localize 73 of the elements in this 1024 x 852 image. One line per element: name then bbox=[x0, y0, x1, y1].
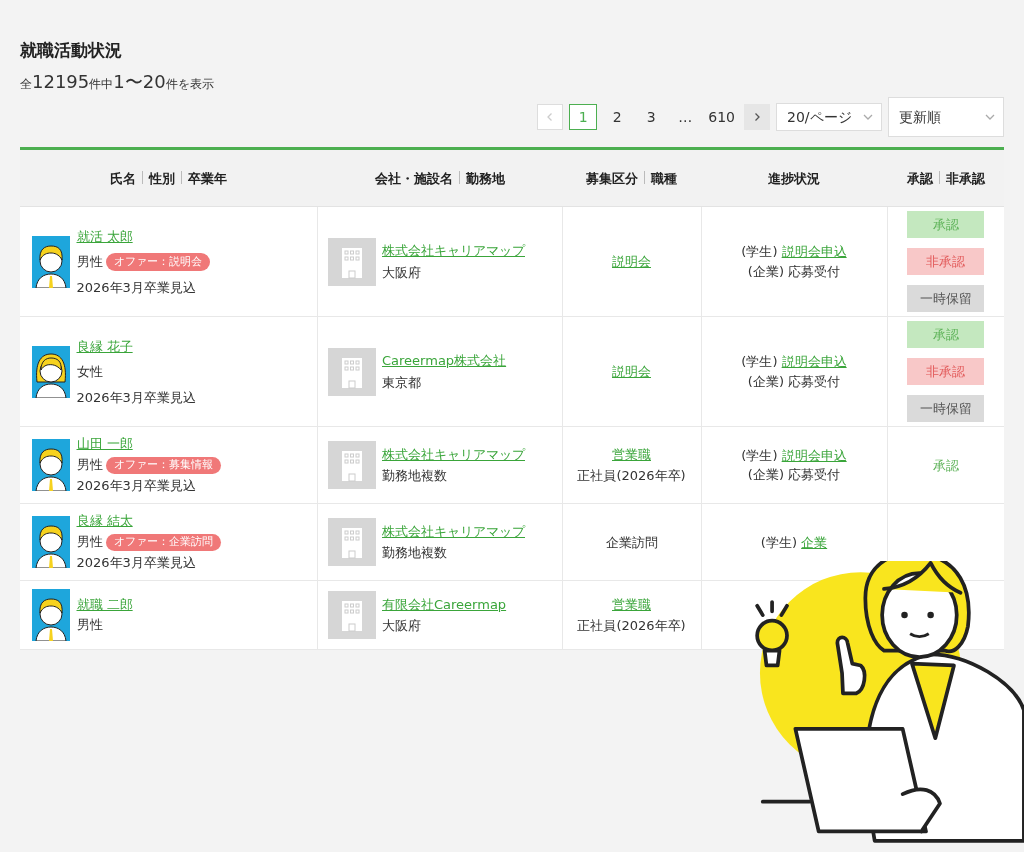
reject-button[interactable]: 非承認 bbox=[907, 248, 985, 276]
student-name-link[interactable]: 就職 二郎 bbox=[76, 596, 133, 614]
student-name-link[interactable]: 山田 一郎 bbox=[76, 436, 133, 453]
graduation-text: 2026年3月卒業見込 bbox=[76, 388, 196, 407]
work-location-text: 勤務地複数 bbox=[382, 544, 448, 563]
offer-tag: オファー：募集情報 bbox=[105, 457, 221, 474]
page-number-button[interactable]: 3 bbox=[637, 104, 666, 131]
page-number-button[interactable]: 610 bbox=[705, 104, 738, 131]
category-link[interactable]: 説明会 bbox=[612, 362, 651, 382]
employment-type-text: 正社員(2026年卒) bbox=[577, 617, 686, 636]
company-name-link[interactable]: 株式会社キャリアマップ bbox=[382, 521, 525, 542]
offer-tag: オファー：説明会 bbox=[105, 252, 210, 272]
building-icon bbox=[327, 591, 376, 640]
gender-text: 男性 bbox=[76, 456, 103, 474]
page-title: 就職活動状況 bbox=[20, 40, 123, 61]
building-icon bbox=[327, 441, 376, 490]
building-icon bbox=[327, 347, 376, 396]
approve-button[interactable]: 承認 bbox=[907, 211, 985, 239]
student-progress-line: (学生) 企業 bbox=[759, 533, 829, 552]
graduation-text: 2026年3月卒業見込 bbox=[76, 554, 197, 572]
student-name-link[interactable]: 就活 太郎 bbox=[76, 226, 133, 247]
work-location-text: 勤務地複数 bbox=[382, 467, 448, 486]
company-name-link[interactable]: 株式会社キャリアマップ bbox=[382, 444, 525, 465]
per-page-select[interactable]: 20/ページ bbox=[776, 103, 882, 132]
page-number-button[interactable]: 1 bbox=[569, 104, 598, 131]
hold-button[interactable]: 一時保留 bbox=[907, 395, 985, 423]
column-header: 会社・施設名 勤務地 bbox=[317, 148, 562, 207]
building-icon bbox=[327, 237, 376, 286]
gender-text: 男性 bbox=[76, 617, 103, 635]
work-location-text: 大阪府 bbox=[382, 617, 422, 636]
gender-text: 男性 bbox=[76, 533, 103, 551]
progress-link[interactable]: 説明会申込 bbox=[781, 244, 847, 260]
student-name-link[interactable]: 良縁 結太 bbox=[76, 513, 133, 530]
company-progress-line: (企業) 応募受付 bbox=[746, 466, 842, 485]
result-count: 全 12195件中 1〜20件を表示 bbox=[20, 70, 215, 95]
pagination-ellipsis: … bbox=[677, 107, 694, 127]
building-icon bbox=[327, 518, 376, 567]
column-header: 承認 非承認 bbox=[887, 148, 1004, 207]
student-progress-line: (学生) 説明会申込 bbox=[740, 353, 848, 372]
gender-text: 男性 bbox=[76, 253, 103, 272]
progress-link[interactable]: 説明会申込 bbox=[781, 354, 847, 370]
sort-select[interactable]: 更新順 bbox=[888, 97, 1004, 138]
student-progress-line: (学生) 説明会申込 bbox=[740, 243, 848, 262]
employment-type-text: 正社員(2026年卒) bbox=[577, 467, 686, 486]
column-header: 氏名 性別 卒業年 bbox=[20, 148, 317, 207]
approve-button[interactable]: 承認 bbox=[907, 321, 985, 349]
reject-button[interactable]: 非承認 bbox=[907, 358, 985, 386]
approval-status-text: 承認 bbox=[931, 456, 960, 475]
graduation-text: 2026年3月卒業見込 bbox=[76, 278, 197, 297]
column-header: 進捗状況 bbox=[701, 148, 887, 207]
category-link[interactable]: 営業職 bbox=[612, 594, 651, 615]
work-location-text: 大阪府 bbox=[382, 263, 422, 282]
next-page-button[interactable] bbox=[744, 104, 770, 131]
company-name-link[interactable]: 有限会社Careermap bbox=[382, 594, 507, 615]
student-name-link[interactable]: 良縁 花子 bbox=[76, 336, 133, 357]
chevron-right-icon bbox=[752, 112, 762, 123]
category-link[interactable]: 説明会 bbox=[612, 252, 651, 272]
page-number-button[interactable]: 2 bbox=[603, 104, 632, 131]
work-location-text: 東京都 bbox=[382, 373, 422, 392]
company-progress-line: (企業) 応募受付 bbox=[746, 262, 842, 281]
graduation-text: 2026年3月卒業見込 bbox=[76, 477, 197, 495]
company-name-link[interactable]: Careermap株式会社 bbox=[382, 351, 507, 371]
column-header: 募集区分 職種 bbox=[562, 148, 701, 207]
company-progress-line: (企業) 応募受付 bbox=[746, 372, 842, 391]
gender-text: 女性 bbox=[76, 363, 103, 382]
category-link[interactable]: 営業職 bbox=[612, 444, 651, 465]
progress-link[interactable]: 企業 bbox=[801, 534, 828, 550]
student-progress-line: (学生) 説明会申込 bbox=[740, 446, 848, 465]
offer-tag: オファー：企業訪問 bbox=[105, 534, 221, 551]
company-name-link[interactable]: 株式会社キャリアマップ bbox=[382, 241, 525, 261]
progress-link[interactable]: 説明会申込 bbox=[781, 447, 847, 463]
category-text: 企業訪問 bbox=[605, 533, 658, 552]
hold-button[interactable]: 一時保留 bbox=[907, 285, 985, 313]
